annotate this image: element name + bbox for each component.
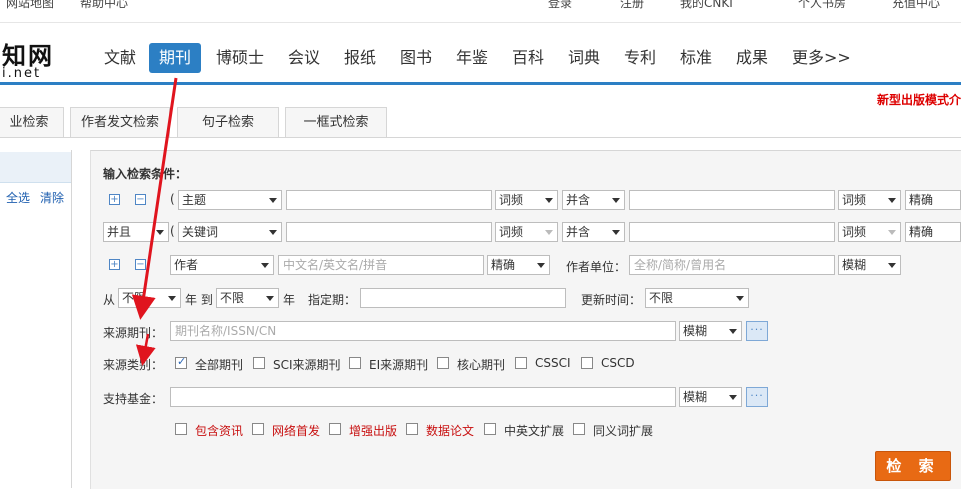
annotation-arrows xyxy=(131,77,178,366)
arrow-to-source-journal xyxy=(131,77,178,320)
arrow-to-source-type xyxy=(135,333,156,366)
